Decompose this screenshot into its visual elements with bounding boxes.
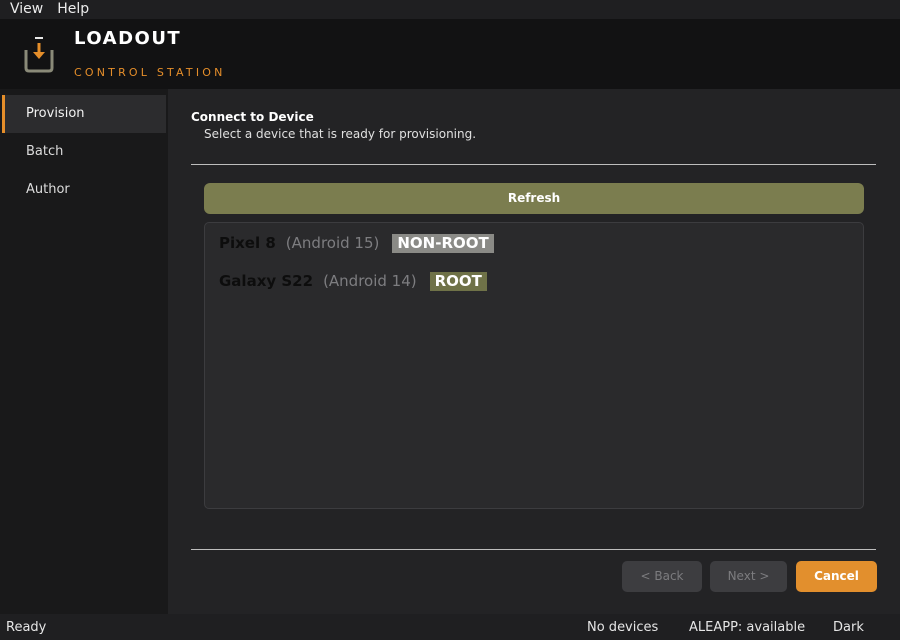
- status-badge: NON-ROOT: [392, 233, 494, 253]
- theme-status[interactable]: Dark: [833, 620, 864, 635]
- menu-help[interactable]: Help: [51, 0, 97, 19]
- device-os: (Android 14): [323, 272, 417, 290]
- sidebar-item-provision[interactable]: Provision: [2, 95, 166, 133]
- menu-bar: View Help: [0, 0, 900, 19]
- status-text: Ready: [6, 620, 47, 635]
- cancel-button[interactable]: Cancel: [796, 561, 877, 592]
- sidebar: Provision Batch Author: [0, 89, 168, 614]
- main-panel: Connect to Device Select a device that i…: [168, 89, 900, 614]
- device-os: (Android 15): [285, 234, 380, 252]
- back-button[interactable]: < Back: [622, 561, 702, 592]
- app-header: LOADOUT CONTROL STATION: [0, 19, 900, 89]
- device-count-status: No devices: [587, 620, 659, 635]
- divider: [191, 549, 876, 550]
- app-subtitle: CONTROL STATION: [74, 66, 226, 79]
- status-badge: ROOT: [429, 271, 487, 291]
- device-name: Galaxy S22: [219, 272, 314, 290]
- sidebar-item-batch[interactable]: Batch: [2, 133, 166, 171]
- aleapp-status: ALEAPP: available: [689, 620, 806, 635]
- menu-view[interactable]: View: [0, 0, 51, 19]
- divider: [191, 164, 876, 165]
- app-title: LOADOUT: [74, 28, 182, 49]
- list-item-device[interactable]: Pixel 8 (Android 15) NON-ROOT: [219, 233, 494, 253]
- step-description: Select a device that is ready for provis…: [204, 127, 477, 141]
- refresh-button[interactable]: Refresh: [204, 183, 864, 214]
- status-bar: Ready No devices ALEAPP: available Dark: [0, 614, 900, 640]
- list-item-device[interactable]: Galaxy S22 (Android 14) ROOT: [219, 271, 487, 291]
- next-button[interactable]: Next >: [710, 561, 787, 592]
- device-list[interactable]: Pixel 8 (Android 15) NON-ROOT Galaxy S22…: [204, 222, 864, 509]
- device-name: Pixel 8: [219, 234, 276, 252]
- step-title: Connect to Device: [191, 110, 314, 124]
- sidebar-item-author[interactable]: Author: [2, 171, 166, 209]
- download-tray-icon: [24, 37, 54, 73]
